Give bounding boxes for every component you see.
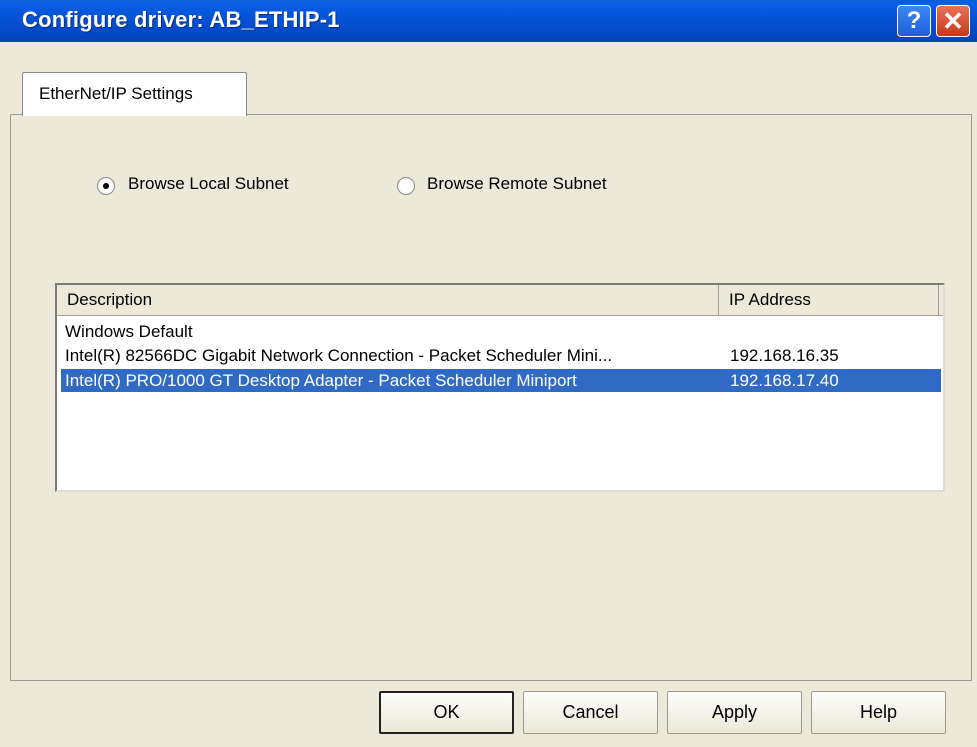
- apply-button[interactable]: Apply: [667, 691, 802, 734]
- cancel-button[interactable]: Cancel: [523, 691, 658, 734]
- window-title: Configure driver: AB_ETHIP-1: [22, 7, 340, 32]
- browse-remote-subnet-radio[interactable]: [397, 177, 415, 195]
- browse-local-subnet-radio[interactable]: [97, 177, 115, 195]
- close-icon[interactable]: ✕: [936, 5, 970, 37]
- row-ip-address: 192.168.16.35: [730, 346, 839, 365]
- row-ip-address: 192.168.17.40: [730, 371, 839, 390]
- browse-remote-subnet-label[interactable]: Browse Remote Subnet: [427, 174, 607, 194]
- help-button[interactable]: Help: [811, 691, 946, 734]
- row-description: Intel(R) 82566DC Gigabit Network Connect…: [65, 346, 613, 365]
- column-header-description[interactable]: Description: [57, 285, 719, 315]
- column-header-ip-address[interactable]: IP Address: [719, 285, 939, 315]
- list-item[interactable]: Windows Default: [61, 320, 941, 343]
- tab-label: EtherNet/IP Settings: [39, 84, 193, 103]
- help-icon[interactable]: ?: [897, 5, 931, 37]
- network-adapter-list[interactable]: Description IP Address Windows Default I…: [55, 283, 945, 492]
- row-description: Intel(R) PRO/1000 GT Desktop Adapter - P…: [65, 371, 577, 390]
- list-item-selected[interactable]: Intel(R) PRO/1000 GT Desktop Adapter - P…: [61, 369, 941, 392]
- ok-button[interactable]: OK: [379, 691, 514, 734]
- list-header: Description IP Address: [57, 285, 943, 316]
- tab-ethernet-ip-settings[interactable]: EtherNet/IP Settings: [22, 72, 247, 116]
- title-bar[interactable]: Configure driver: AB_ETHIP-1 ? ✕: [0, 0, 977, 42]
- browse-local-subnet-label[interactable]: Browse Local Subnet: [128, 174, 289, 194]
- row-description: Windows Default: [65, 322, 193, 341]
- list-item[interactable]: Intel(R) 82566DC Gigabit Network Connect…: [61, 344, 941, 367]
